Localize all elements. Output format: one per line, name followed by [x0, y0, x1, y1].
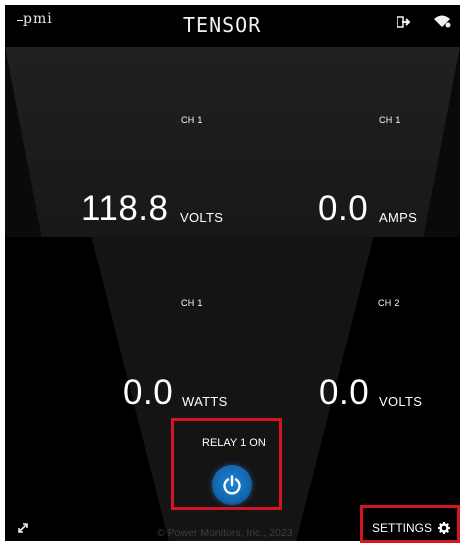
ch-label: CH 1	[379, 115, 401, 125]
reading-unit: VOLTS	[180, 210, 224, 225]
relay-toggle-button[interactable]	[212, 465, 252, 505]
power-icon	[223, 475, 241, 495]
reading-unit: AMPS	[379, 210, 418, 225]
app-screen: pmi TENSOR CH 1 118.8 VOLTS CH 1 0.0 AMP…	[5, 5, 460, 541]
reading-value: 0.0	[123, 373, 174, 412]
relay-status-label: RELAY 1 ON	[202, 437, 266, 449]
reading-unit: WATTS	[182, 394, 228, 409]
copyright-text: © Power Monitors, Inc., 2023	[157, 527, 293, 539]
wifi-icon[interactable]	[433, 14, 451, 31]
ch-label: CH 1	[181, 115, 203, 125]
reading-value: 0.0	[319, 373, 370, 412]
logout-icon[interactable]	[396, 15, 411, 31]
ch-label: CH 2	[378, 298, 400, 308]
reading-value: 0.0	[318, 189, 369, 228]
tensor-logo: TENSOR	[183, 13, 262, 37]
reading-unit: VOLTS	[379, 394, 423, 409]
top-panel-background	[5, 47, 460, 237]
ch-label: CH 1	[181, 298, 203, 308]
pmi-logo: pmi	[17, 11, 53, 27]
settings-label: SETTINGS	[372, 521, 433, 535]
settings-button[interactable]: SETTINGS	[372, 521, 451, 535]
header-bar: pmi TENSOR	[5, 5, 460, 47]
gear-icon	[438, 522, 451, 534]
reading-value: 118.8	[81, 189, 169, 228]
expand-icon[interactable]	[17, 521, 29, 537]
